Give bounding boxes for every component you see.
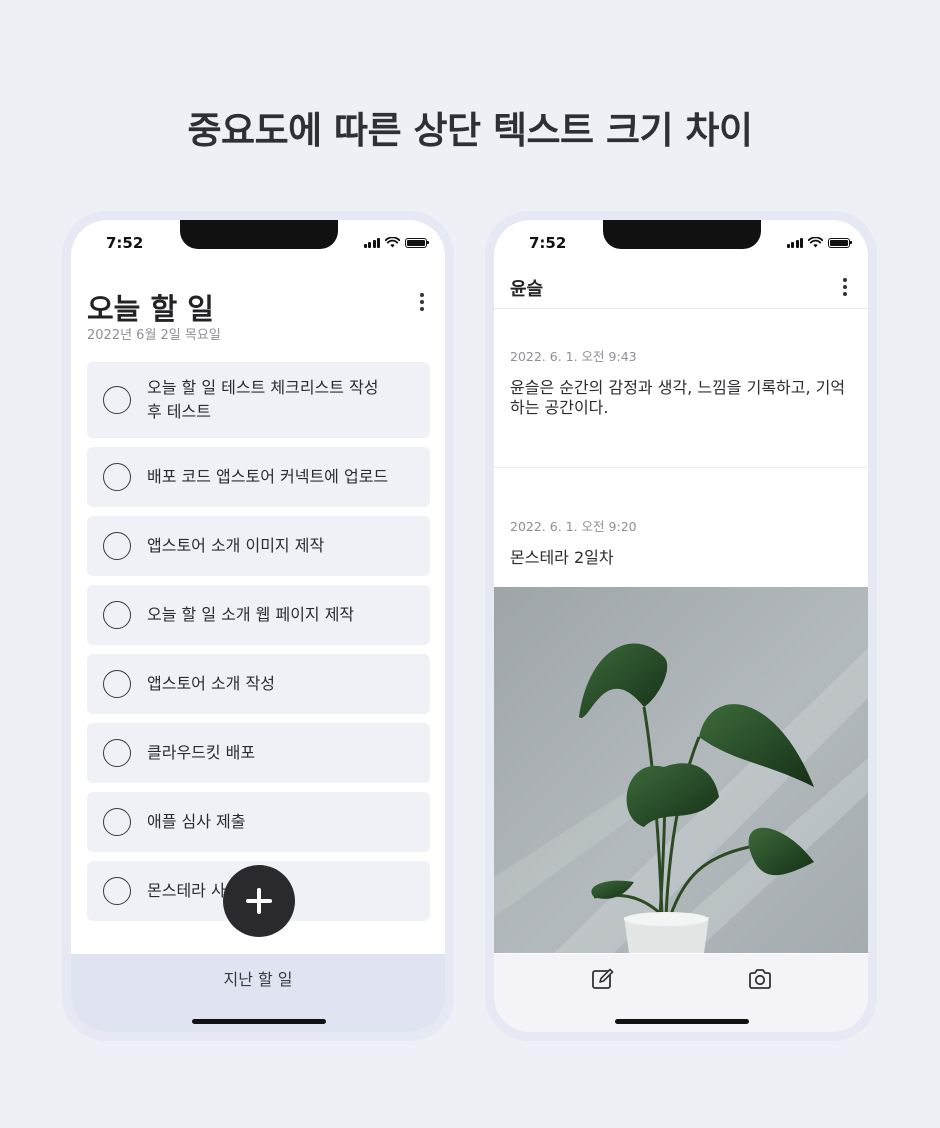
journal-phone: 7:52 윤슬 2022. 6. 1. 오전 9:43 윤슬은 순간의 감정과 … — [485, 211, 877, 1041]
camera-icon[interactable] — [747, 967, 773, 991]
task-item[interactable]: 오늘 할 일 테스트 체크리스트 작성 후 테스트 — [87, 362, 430, 438]
journal-toolbar — [494, 954, 868, 1032]
page-title: 오늘 할 일 — [87, 292, 214, 326]
more-menu-icon[interactable] — [419, 293, 425, 311]
task-label: 클라우드킷 배포 — [147, 743, 256, 762]
monstera-photo[interactable] — [494, 587, 868, 953]
task-item[interactable]: 애플 심사 제출 — [87, 792, 430, 852]
task-item[interactable]: 클라우드킷 배포 — [87, 723, 430, 783]
status-time: 7:52 — [529, 234, 567, 252]
checkbox-circle[interactable] — [103, 739, 131, 767]
entry-text[interactable]: 윤슬은 순간의 감정과 생각, 느낌을 기록하고, 기억하는 공간이다. — [510, 378, 850, 418]
todo-phone: 7:52 오늘 할 일 2022년 6월 2일 목요일 오늘 할 일 테스트 체… — [62, 211, 454, 1041]
page-headline: 중요도에 따른 상단 텍스트 크기 차이 — [187, 109, 753, 152]
page-title: 윤슬 — [510, 279, 544, 300]
wifi-icon — [808, 237, 823, 248]
signal-icon — [363, 237, 380, 248]
task-item[interactable]: 앱스토어 소개 작성 — [87, 654, 430, 714]
checkbox-circle[interactable] — [103, 386, 131, 414]
status-bar: 7:52 — [71, 234, 445, 254]
home-indicator — [615, 1019, 749, 1024]
task-label: 배포 코드 앱스토어 커넥트에 업로드 — [147, 467, 389, 486]
task-label: 앱스토어 소개 이미지 제작 — [147, 536, 325, 555]
task-label: 앱스토어 소개 작성 — [147, 674, 275, 693]
task-item[interactable]: 배포 코드 앱스토어 커넥트에 업로드 — [87, 447, 430, 507]
home-indicator — [192, 1019, 326, 1024]
status-time: 7:52 — [106, 234, 144, 252]
page-date: 2022년 6월 2일 목요일 — [87, 328, 221, 343]
add-task-button[interactable] — [223, 865, 295, 937]
todo-screen: 7:52 오늘 할 일 2022년 6월 2일 목요일 오늘 할 일 테스트 체… — [71, 220, 445, 1032]
journal-screen: 7:52 윤슬 2022. 6. 1. 오전 9:43 윤슬은 순간의 감정과 … — [494, 220, 868, 1032]
checkbox-circle[interactable] — [103, 670, 131, 698]
task-item[interactable]: 앱스토어 소개 이미지 제작 — [87, 516, 430, 576]
checkbox-circle[interactable] — [103, 601, 131, 629]
task-item[interactable]: 오늘 할 일 소개 웹 페이지 제작 — [87, 585, 430, 645]
checkbox-circle[interactable] — [103, 877, 131, 905]
plus-icon — [246, 888, 272, 914]
checkbox-circle[interactable] — [103, 808, 131, 836]
header-divider — [494, 308, 868, 309]
task-list: 오늘 할 일 테스트 체크리스트 작성 후 테스트 배포 코드 앱스토어 커넥트… — [87, 362, 430, 930]
entry-text[interactable]: 몬스테라 2일차 — [510, 548, 850, 568]
past-tasks-tab[interactable]: 지난 할 일 — [71, 954, 445, 1032]
task-label: 오늘 할 일 테스트 체크리스트 작성 후 테스트 — [147, 378, 379, 421]
battery-icon — [405, 237, 429, 248]
task-label: 애플 심사 제출 — [147, 812, 246, 831]
signal-icon — [786, 237, 803, 248]
wifi-icon — [385, 237, 400, 248]
entry-date: 2022. 6. 1. 오전 9:43 — [510, 349, 637, 364]
task-label: 오늘 할 일 소개 웹 페이지 제작 — [147, 605, 355, 624]
battery-icon — [828, 237, 852, 248]
entry-date: 2022. 6. 1. 오전 9:20 — [510, 519, 637, 534]
checkbox-circle[interactable] — [103, 463, 131, 491]
entry-divider — [494, 467, 868, 468]
compose-icon[interactable] — [590, 967, 616, 991]
more-menu-icon[interactable] — [842, 278, 848, 296]
checkbox-circle[interactable] — [103, 532, 131, 560]
status-bar: 7:52 — [494, 234, 868, 254]
past-tasks-label: 지난 할 일 — [223, 970, 293, 989]
task-label: 몬스테라 사 — [147, 881, 226, 900]
